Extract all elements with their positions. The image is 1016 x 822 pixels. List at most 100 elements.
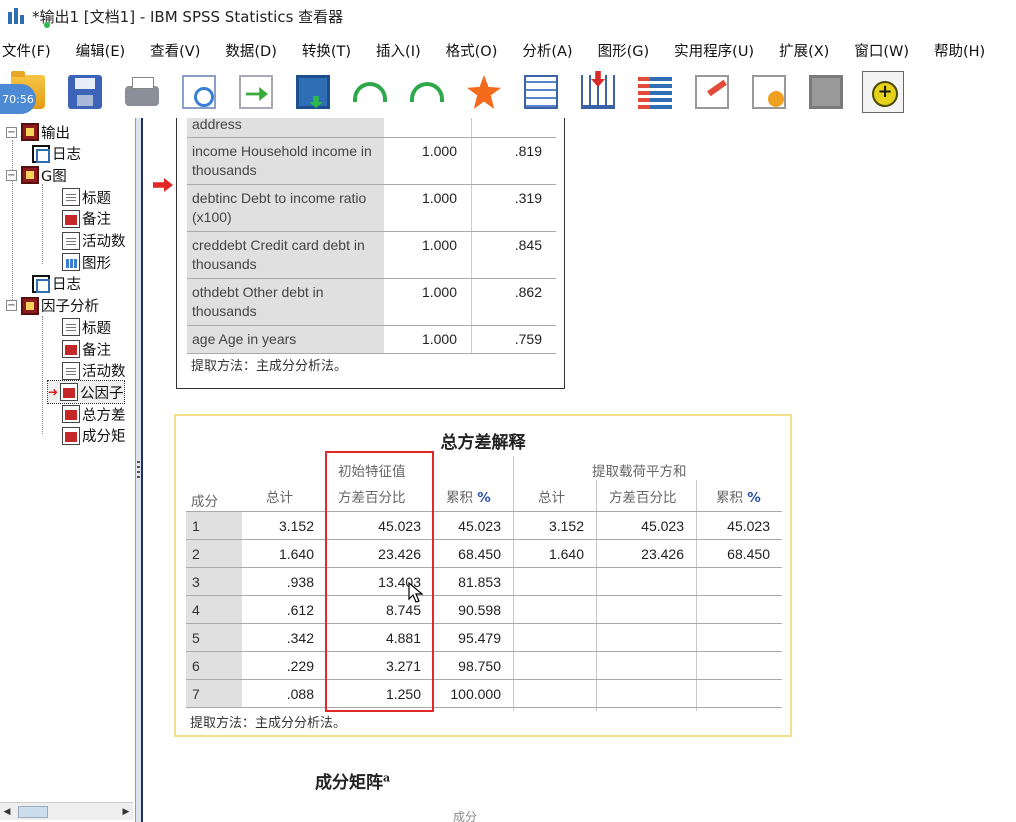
menu-item-0[interactable]: 文件(F) [0,40,58,61]
cell-t: .612 [286,602,314,618]
tree-item-12[interactable]: ➜ 公因子 [47,380,125,405]
redo-button[interactable] [405,70,449,114]
table-row[interactable]: 6.229 3.271 98.750 [186,651,782,680]
menu-item-2[interactable]: 查看(V) [143,40,207,61]
tree-item-5[interactable]: 活动数 [62,230,126,252]
goto-variable-button[interactable] [519,70,563,114]
tree-item-9[interactable]: 标题 [62,316,111,338]
table-row[interactable]: 2 1.640 23.426 68.450 1.640 23.426 68.450 [186,539,782,568]
tree-item-2[interactable]: − G图 [6,164,67,186]
tree-item-label: 日志 [52,277,81,294]
variable-label: age Age in years [187,326,384,353]
run-script-button[interactable] [747,70,791,114]
header-extraction-sums: 提取载荷平方和 [592,464,687,480]
disabled-button[interactable] [804,70,848,114]
print-preview-button[interactable] [177,70,221,114]
table-row[interactable]: debtinc Debt to income ratio (x100) 1.000… [187,184,556,231]
table-row[interactable]: income Household income in thousands 1.00… [187,137,556,184]
table-icon [62,426,80,445]
tree-item-1[interactable]: 日志 [32,143,81,165]
menu-item-10[interactable]: 扩展(X) [772,40,836,61]
edit-doc-button[interactable] [690,70,734,114]
variables-button[interactable] [633,70,677,114]
menu-item-5[interactable]: 插入(I) [369,40,428,61]
menu-item-8[interactable]: 图形(G) [591,40,657,61]
cell-ep [596,624,696,652]
outline-tree[interactable]: − 输出 日志 − G图 标题 备注 活动数 图形 日志 − 因子分析 标题 备注 活动数 ➜ 公因子 总方差 成分… [0,118,136,822]
scroll-thumb[interactable] [18,805,48,818]
table-row[interactable]: address [187,118,556,137]
tree-item-4[interactable]: 备注 [62,208,111,230]
cell-cum: 90.598 [458,602,501,618]
cell-c: 5 [186,624,242,652]
menu-item-3[interactable]: 数据(D) [218,40,283,61]
edit-doc-icon [695,75,729,109]
save-button[interactable] [63,70,107,114]
undo-button[interactable] [348,70,392,114]
tree-horizontal-scrollbar[interactable]: ◀ ▶ [0,802,133,820]
cell-ecum: 68.450 [727,546,770,562]
save-icon [68,75,102,109]
export-button[interactable] [234,70,278,114]
print-button[interactable] [120,70,164,114]
tree-item-3[interactable]: 标题 [62,186,111,208]
book-icon [21,123,39,141]
menu-item-4[interactable]: 转换(T) [295,40,358,61]
menu-item-7[interactable]: 分析(A) [515,40,579,61]
tree-item-11[interactable]: 活动数 [62,360,126,382]
collapse-icon[interactable]: − [6,126,17,138]
page-icon [62,318,80,337]
menu-item-1[interactable]: 编辑(E) [69,40,132,61]
output-content-pane[interactable]: 提取方法：主成分分析法。 address income Household inc… [141,118,1016,822]
cell-t: .938 [286,574,314,590]
table-row[interactable]: othdebt Other debt in thousands 1.000 .862 [187,278,556,325]
menu-item-9[interactable]: 实用程序(U) [667,40,761,61]
extraction-value: .319 [514,190,542,206]
tree-item-label: 备注 [82,342,111,359]
tree-item-label: 日志 [52,147,81,164]
goto-data-button[interactable] [291,70,335,114]
cell-c: 7 [186,680,242,708]
total-variance-table[interactable]: 总方差解释 初始特征值 提取载荷平方和 成分 总计 方差百分比 累积 % 总计 … [174,414,792,737]
collapse-icon[interactable]: − [6,169,17,181]
scroll-left-icon[interactable]: ◀ [0,805,14,819]
cell-t: .342 [286,630,314,646]
cell-c: 6 [186,652,242,680]
cell-ep [596,596,696,624]
scroll-right-icon[interactable]: ▶ [119,805,133,819]
goto-case-button[interactable] [462,70,506,114]
table-row[interactable]: 3.938 13.403 81.853 [186,567,782,596]
variable-label: address [187,118,384,137]
tree-item-8[interactable]: − 因子分析 [6,295,99,317]
cell-ecum [696,568,782,596]
communalities-table[interactable]: 提取方法：主成分分析法。 address income Household inc… [176,118,565,389]
tree-item-13[interactable]: 总方差 [62,403,126,425]
menu-item-12[interactable]: 帮助(H) [927,40,992,61]
collapse-icon[interactable]: − [6,300,17,312]
table-row[interactable]: 1 3.152 45.023 45.023 3.152 45.023 45.023 [186,511,782,540]
table-row[interactable]: age Age in years 1.000 .759 [187,325,556,353]
menu-item-6[interactable]: 格式(O) [439,40,505,61]
table-icon [62,340,80,358]
insert-cases-button[interactable] [576,70,620,114]
header-component: 成分 [191,494,218,510]
tree-item-label: 备注 [82,212,111,229]
table-icon [62,209,80,228]
table-row[interactable]: 4.612 8.745 90.598 [186,595,782,624]
tree-item-14[interactable]: 成分矩 [62,425,126,447]
cell-ep [596,568,696,596]
menu-item-11[interactable]: 窗口(W) [847,40,916,61]
tree-item-0[interactable]: − 输出 [6,121,70,143]
tree-item-7[interactable]: 日志 [32,273,81,295]
cell-t: .088 [286,686,314,702]
tree-item-6[interactable]: 图形 [62,251,111,273]
designate-window-button[interactable] [861,70,905,114]
time-badge: 70:56 [0,84,36,114]
chart-icon [62,253,80,272]
variable-label: income Household income in thousands [187,138,384,184]
table-row[interactable]: 7.088 1.250 100.000 [186,679,782,708]
tree-item-label: 活动数 [82,234,126,250]
tree-item-10[interactable]: 备注 [62,338,111,360]
table-row[interactable]: 5.342 4.881 95.479 [186,623,782,652]
table-row[interactable]: creddebt Credit card debt in thousands 1.… [187,231,556,278]
